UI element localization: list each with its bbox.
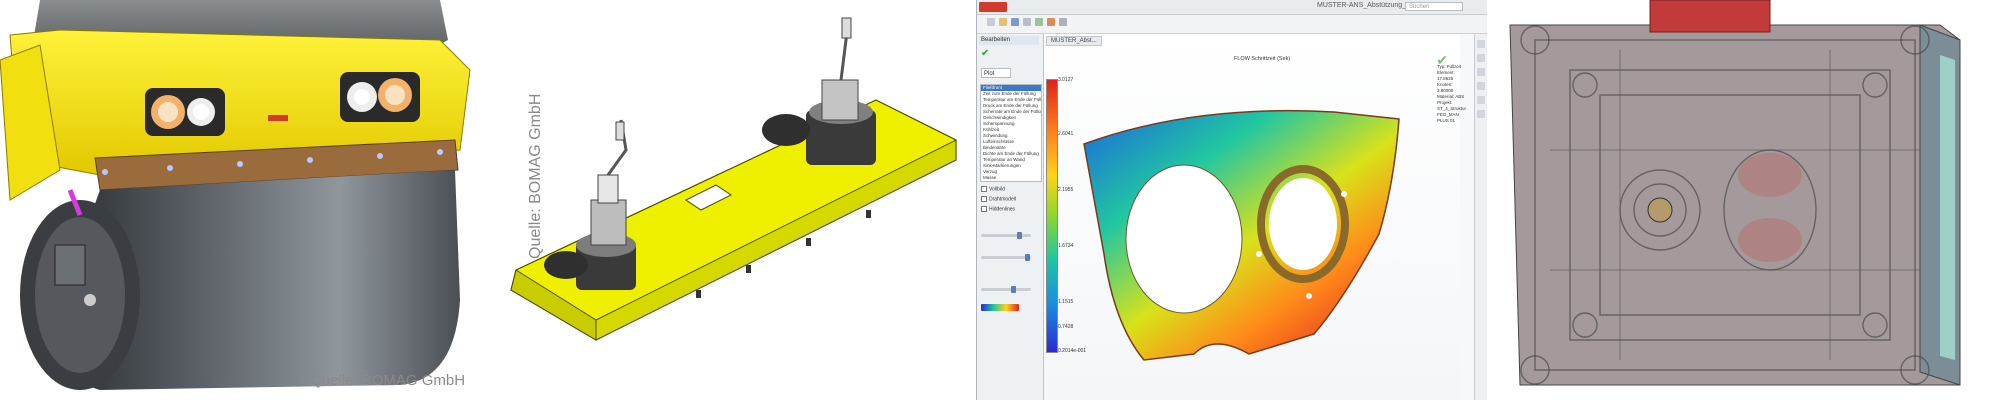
slider-knob[interactable] — [1025, 254, 1030, 261]
design-library-icon[interactable] — [1477, 54, 1485, 62]
option-wireframe[interactable]: Drahtmodell — [981, 196, 1016, 202]
property-manager-title: Bearbeiten — [979, 36, 1039, 45]
search-input[interactable]: Suchen — [1405, 2, 1463, 11]
ok-check-icon[interactable]: ✔ — [981, 48, 989, 59]
rebuild-icon[interactable] — [1047, 18, 1055, 26]
opacity-slider[interactable] — [981, 286, 1031, 293]
option-hiddenlines[interactable]: Hiddenlines — [981, 206, 1015, 212]
save-icon[interactable] — [1011, 18, 1019, 26]
min-slider[interactable] — [981, 232, 1031, 239]
checkbox[interactable] — [981, 196, 987, 202]
color-scheme-icon[interactable] — [981, 304, 1019, 311]
option-label: Drahtmodell — [989, 196, 1016, 203]
option-fullscreen[interactable]: Vollbild — [981, 186, 1005, 192]
option-label: Vollbild — [989, 186, 1005, 193]
solidworks-screenshot-panel: MUSTER-ANS_Abstützung_FT1.SLDPRT Suchen … — [976, 0, 1487, 400]
bracket-source-caption: Quelle: BOMAG GmbH — [527, 93, 544, 259]
bracket-render-panel: Quelle: BOMAG GmbH — [486, 0, 973, 400]
roller-source-caption: Quelle: BOMAG GmbH — [310, 372, 466, 389]
tab-plot[interactable]: Plot — [981, 68, 1011, 78]
list-item[interactable]: Masse — [981, 175, 1041, 181]
undo-icon[interactable] — [1035, 18, 1043, 26]
checkbox[interactable] — [981, 206, 987, 212]
print-icon[interactable] — [1023, 18, 1031, 26]
task-pane — [1474, 34, 1487, 400]
view-palette-icon[interactable] — [1477, 82, 1485, 90]
option-label: Hiddenlines — [989, 206, 1016, 213]
command-toolbar — [977, 15, 1487, 34]
mold-render-panel — [1490, 0, 2000, 400]
options-icon[interactable] — [1059, 18, 1067, 26]
graphics-viewport[interactable]: MUSTER_Abst... ✔ FLOW Schrittzeit (Sek) … — [1044, 34, 1466, 400]
roller-render-panel: Quelle: BOMAG GmbH — [0, 0, 483, 400]
roller-cad-render — [0, 0, 483, 400]
file-explorer-icon[interactable] — [1477, 68, 1485, 76]
resources-icon[interactable] — [1477, 40, 1485, 48]
max-slider[interactable] — [981, 254, 1031, 261]
property-manager: Bearbeiten ✔ Plot Fließfront Zeit zum En… — [977, 34, 1044, 400]
checkbox[interactable] — [981, 186, 987, 192]
appearances-icon[interactable] — [1477, 96, 1485, 104]
bracket-cad-render — [486, 0, 973, 400]
open-file-icon[interactable] — [999, 18, 1007, 26]
result-list: Fließfront Zeit zum Ende der Füllung Tem… — [980, 84, 1042, 182]
solidworks-logo — [979, 2, 1007, 12]
simulation-part-model — [1083, 109, 1400, 361]
slider-knob[interactable] — [1017, 232, 1022, 239]
new-file-icon[interactable] — [987, 18, 995, 26]
slider-knob[interactable] — [1011, 286, 1016, 293]
custom-properties-icon[interactable] — [1477, 110, 1485, 118]
mold-cad-render — [1490, 0, 2000, 400]
app-title-bar: MUSTER-ANS_Abstützung_FT1.SLDPRT Suchen — [977, 0, 1487, 15]
